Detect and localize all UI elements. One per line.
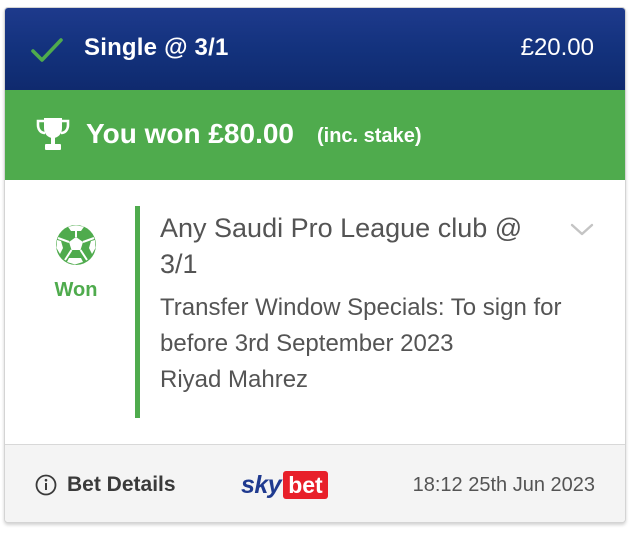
selection-name: Any Saudi Pro League club @ 3/1 (160, 213, 523, 279)
bet-status: Won (54, 279, 98, 301)
winnings-amount: You won £80.00 (86, 118, 294, 149)
bet-details-link[interactable]: Bet Details (67, 473, 176, 497)
logo-bet: bet (283, 471, 328, 499)
participant-name: Riyad Mahrez (160, 366, 309, 393)
market-description: Transfer Window Specials: To sign for be… (160, 290, 580, 398)
football-icon (56, 225, 96, 265)
trophy-icon (36, 118, 70, 150)
inc-stake-note: (inc. stake) (317, 125, 422, 147)
bet-card: Single @ 3/1 £20.00 You won £80.00 (inc.… (4, 7, 626, 523)
info-icon[interactable] (35, 474, 57, 496)
stake-amount: £20.00 (520, 34, 594, 61)
bet-timestamp: 18:12 25th Jun 2023 (412, 474, 595, 496)
bet-type-label: Single @ 3/1 (84, 34, 229, 61)
status-indicator-bar (135, 206, 140, 418)
skybet-logo: sky bet (241, 470, 328, 500)
check-icon (31, 38, 63, 62)
market-name: Transfer Window Specials: To sign for be… (160, 294, 562, 357)
logo-sky: sky (241, 470, 282, 499)
bet-header: Single @ 3/1 £20.00 (5, 8, 625, 90)
chevron-down-icon[interactable] (569, 220, 595, 238)
bet-selection-details: Won Any Saudi Pro League club @ 3/1 Tran… (5, 180, 625, 444)
winnings-banner: You won £80.00 (inc. stake) (5, 90, 625, 180)
bet-footer: Bet Details sky bet 18:12 25th Jun 2023 (5, 444, 625, 522)
